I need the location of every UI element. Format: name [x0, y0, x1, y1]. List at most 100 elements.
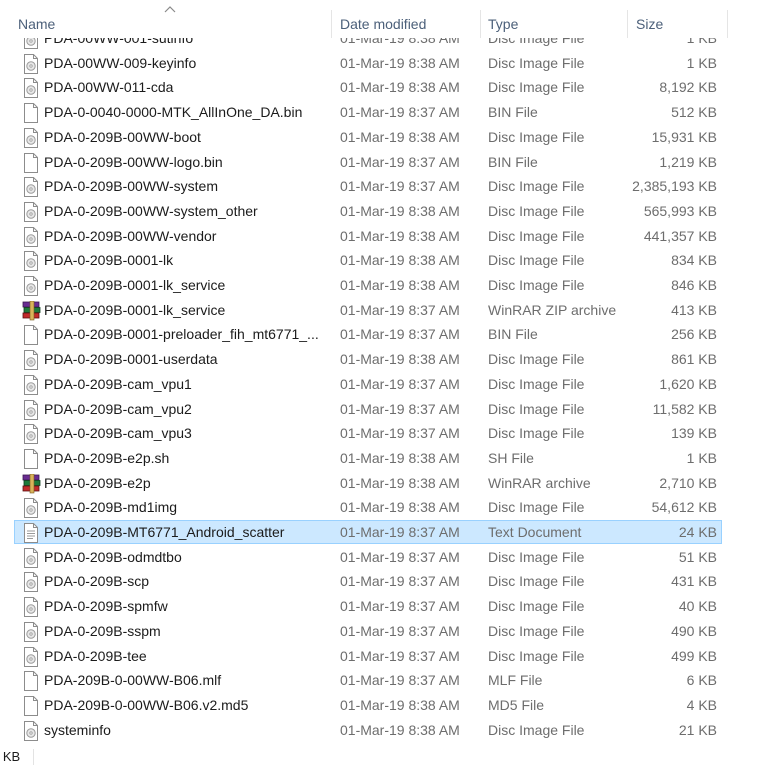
column-header-date[interactable]: Date modified: [334, 0, 480, 38]
file-row[interactable]: PDA-0-209B-cam_vpu3 01-Mar-19 8:37 AM Disc…: [14, 421, 722, 445]
disc-image-icon: [22, 78, 40, 98]
file-row[interactable]: PDA-0-209B-cam_vpu1 01-Mar-19 8:37 AM Disc…: [14, 372, 722, 396]
file-row[interactable]: PDA-209B-0-00WW-B06.v2.md5 01-Mar-19 8:38…: [14, 693, 722, 717]
file-date-modified: 01-Mar-19 8:38 AM: [340, 697, 460, 713]
file-type: Disc Image File: [488, 55, 585, 71]
file-row[interactable]: PDA-0-209B-0001-lk_service 01-Mar-19 8:38…: [14, 273, 722, 297]
file-size: 11,582 KB: [652, 401, 717, 417]
file-row[interactable]: PDA-209B-0-00WW-B06.mlf 01-Mar-19 8:37 AM…: [14, 668, 722, 692]
disc-image-icon: [22, 54, 40, 74]
file-name: PDA-0-209B-md1img: [44, 499, 178, 515]
file-date-modified: 01-Mar-19 8:37 AM: [340, 178, 460, 194]
file-row[interactable]: PDA-0-209B-e2p.sh 01-Mar-19 8:38 AM SH Fil…: [14, 446, 722, 470]
file-name: systeminfo: [44, 722, 111, 738]
file-date-modified: 01-Mar-19 8:38 AM: [340, 55, 460, 71]
file-date-modified: 01-Mar-19 8:37 AM: [340, 598, 460, 614]
file-row[interactable]: PDA-0-209B-cam_vpu2 01-Mar-19 8:37 AM Disc…: [14, 397, 722, 421]
status-divider: [33, 749, 34, 765]
file-name: PDA-0-209B-tee: [44, 648, 147, 664]
file-row[interactable]: PDA-0-209B-scp 01-Mar-19 8:37 AM Disc Imag…: [14, 569, 722, 593]
file-name: PDA-0-209B-spmfw: [44, 598, 168, 614]
file-row[interactable]: PDA-0-209B-00WW-boot 01-Mar-19 8:38 AM Dis…: [14, 125, 722, 149]
file-name: PDA-00WW-011-cda: [44, 79, 174, 95]
disc-image-icon: [22, 597, 40, 617]
file-type: SH File: [488, 450, 534, 466]
file-size: 40 KB: [678, 598, 717, 614]
file-size: 4 KB: [686, 697, 717, 713]
file-size: 21 KB: [678, 722, 717, 738]
file-date-modified: 01-Mar-19 8:37 AM: [340, 104, 460, 120]
file-size: 490 KB: [671, 623, 717, 639]
file-row[interactable]: PDA-0-209B-00WW-system 01-Mar-19 8:37 AM D…: [14, 174, 722, 198]
file-size: 54,612 KB: [651, 499, 717, 515]
column-header-name[interactable]: Name: [12, 0, 330, 38]
file-date-modified: 01-Mar-19 8:37 AM: [340, 376, 460, 392]
file-date-modified: 01-Mar-19 8:38 AM: [340, 228, 460, 244]
column-header-type[interactable]: Type: [482, 0, 626, 38]
file-row[interactable]: PDA-0-209B-0001-lk 01-Mar-19 8:38 AM Disc …: [14, 248, 722, 272]
file-row[interactable]: PDA-0-209B-00WW-vendor 01-Mar-19 8:38 AM D…: [14, 224, 722, 248]
file-name: PDA-0-209B-MT6771_Android_scatter: [44, 524, 285, 540]
file-size: 499 KB: [671, 648, 717, 664]
file-type: Disc Image File: [488, 722, 585, 738]
file-name: PDA-209B-0-00WW-B06.mlf: [44, 672, 222, 688]
file-name: PDA-0-209B-00WW-vendor: [44, 228, 217, 244]
file-row[interactable]: PDA-00WW-009-keyinfo 01-Mar-19 8:38 AM Dis…: [14, 51, 722, 75]
file-date-modified: 01-Mar-19 8:37 AM: [340, 425, 460, 441]
file-name: PDA-209B-0-00WW-B06.v2.md5: [44, 697, 249, 713]
file-row[interactable]: PDA-0-209B-0001-lk_service 01-Mar-19 8:37…: [14, 298, 722, 322]
file-date-modified: 01-Mar-19 8:38 AM: [340, 351, 460, 367]
file-date-modified: 01-Mar-19 8:37 AM: [340, 302, 460, 318]
file-type: MLF File: [488, 672, 543, 688]
file-row[interactable]: PDA-0-0040-0000-MTK_AllInOne_DA.bin 01-Ma…: [14, 100, 722, 124]
file-row[interactable]: PDA-0-209B-MT6771_Android_scatter 01-Mar-…: [14, 520, 722, 544]
file-date-modified: 01-Mar-19 8:38 AM: [340, 722, 460, 738]
file-date-modified: 01-Mar-19 8:38 AM: [340, 450, 460, 466]
blank-file-icon: [22, 696, 40, 716]
file-row[interactable]: PDA-0-209B-0001-userdata 01-Mar-19 8:38 A…: [14, 347, 722, 371]
file-name: PDA-0-209B-e2p.sh: [44, 450, 170, 466]
file-size: 256 KB: [671, 326, 717, 342]
file-name: PDA-0-209B-0001-lk: [44, 252, 174, 268]
file-name: PDA-0-209B-scp: [44, 573, 150, 589]
file-size: 51 KB: [678, 549, 717, 565]
file-row[interactable]: PDA-0-209B-spmfw 01-Mar-19 8:37 AM Disc Im…: [14, 594, 722, 618]
disc-image-icon: [22, 227, 40, 247]
text-document-icon: [22, 523, 40, 543]
file-size: 15,931 KB: [651, 129, 717, 145]
file-row[interactable]: PDA-0-209B-odmdtbo 01-Mar-19 8:37 AM Disc …: [14, 545, 722, 569]
file-row[interactable]: PDA-00WW-011-cda 01-Mar-19 8:38 AM Disc Im…: [14, 75, 722, 99]
file-date-modified: 01-Mar-19 8:38 AM: [340, 475, 460, 491]
file-type: Disc Image File: [488, 425, 585, 441]
file-date-modified: 01-Mar-19 8:37 AM: [340, 549, 460, 565]
file-name: PDA-0-209B-cam_vpu1: [44, 376, 192, 392]
file-row[interactable]: systeminfo 01-Mar-19 8:38 AM Disc Image Fi…: [14, 718, 722, 742]
file-name: PDA-0-209B-cam_vpu3: [44, 425, 192, 441]
column-divider[interactable]: [627, 10, 628, 38]
blank-file-icon: [22, 103, 40, 123]
column-divider[interactable]: [331, 10, 332, 38]
file-type: Disc Image File: [488, 376, 585, 392]
file-row[interactable]: PDA-0-209B-00WW-system_other 01-Mar-19 8:…: [14, 199, 722, 223]
column-header-size[interactable]: Size: [630, 0, 727, 38]
file-row[interactable]: PDA-0-209B-e2p 01-Mar-19 8:38 AM WinRAR ar…: [14, 471, 722, 495]
disc-image-icon: [22, 622, 40, 642]
file-name: PDA-0-209B-0001-lk_service: [44, 302, 226, 318]
file-size: 565,993 KB: [643, 203, 717, 219]
disc-image-icon: [22, 400, 40, 420]
file-size: 1 KB: [686, 450, 717, 466]
file-list[interactable]: PDA-00WW-001-sutinfo 01-Mar-19 8:38 AM Dis…: [0, 26, 767, 744]
file-name: PDA-00WW-009-keyinfo: [44, 55, 197, 71]
file-row[interactable]: PDA-0-209B-00WW-logo.bin 01-Mar-19 8:37 A…: [14, 150, 722, 174]
column-divider[interactable]: [480, 10, 481, 38]
file-row[interactable]: PDA-0-209B-tee 01-Mar-19 8:37 AM Disc Imag…: [14, 644, 722, 668]
file-type: Disc Image File: [488, 573, 585, 589]
blank-file-icon: [22, 449, 40, 469]
file-row[interactable]: PDA-0-209B-sspm 01-Mar-19 8:37 AM Disc Ima…: [14, 619, 722, 643]
disc-image-icon: [22, 647, 40, 667]
file-row[interactable]: PDA-0-209B-0001-preloader_fih_mt6771_...…: [14, 322, 722, 346]
file-size: 441,357 KB: [643, 228, 717, 244]
column-divider[interactable]: [727, 10, 728, 38]
file-date-modified: 01-Mar-19 8:38 AM: [340, 79, 460, 95]
file-row[interactable]: PDA-0-209B-md1img 01-Mar-19 8:38 AM Disc I…: [14, 495, 722, 519]
